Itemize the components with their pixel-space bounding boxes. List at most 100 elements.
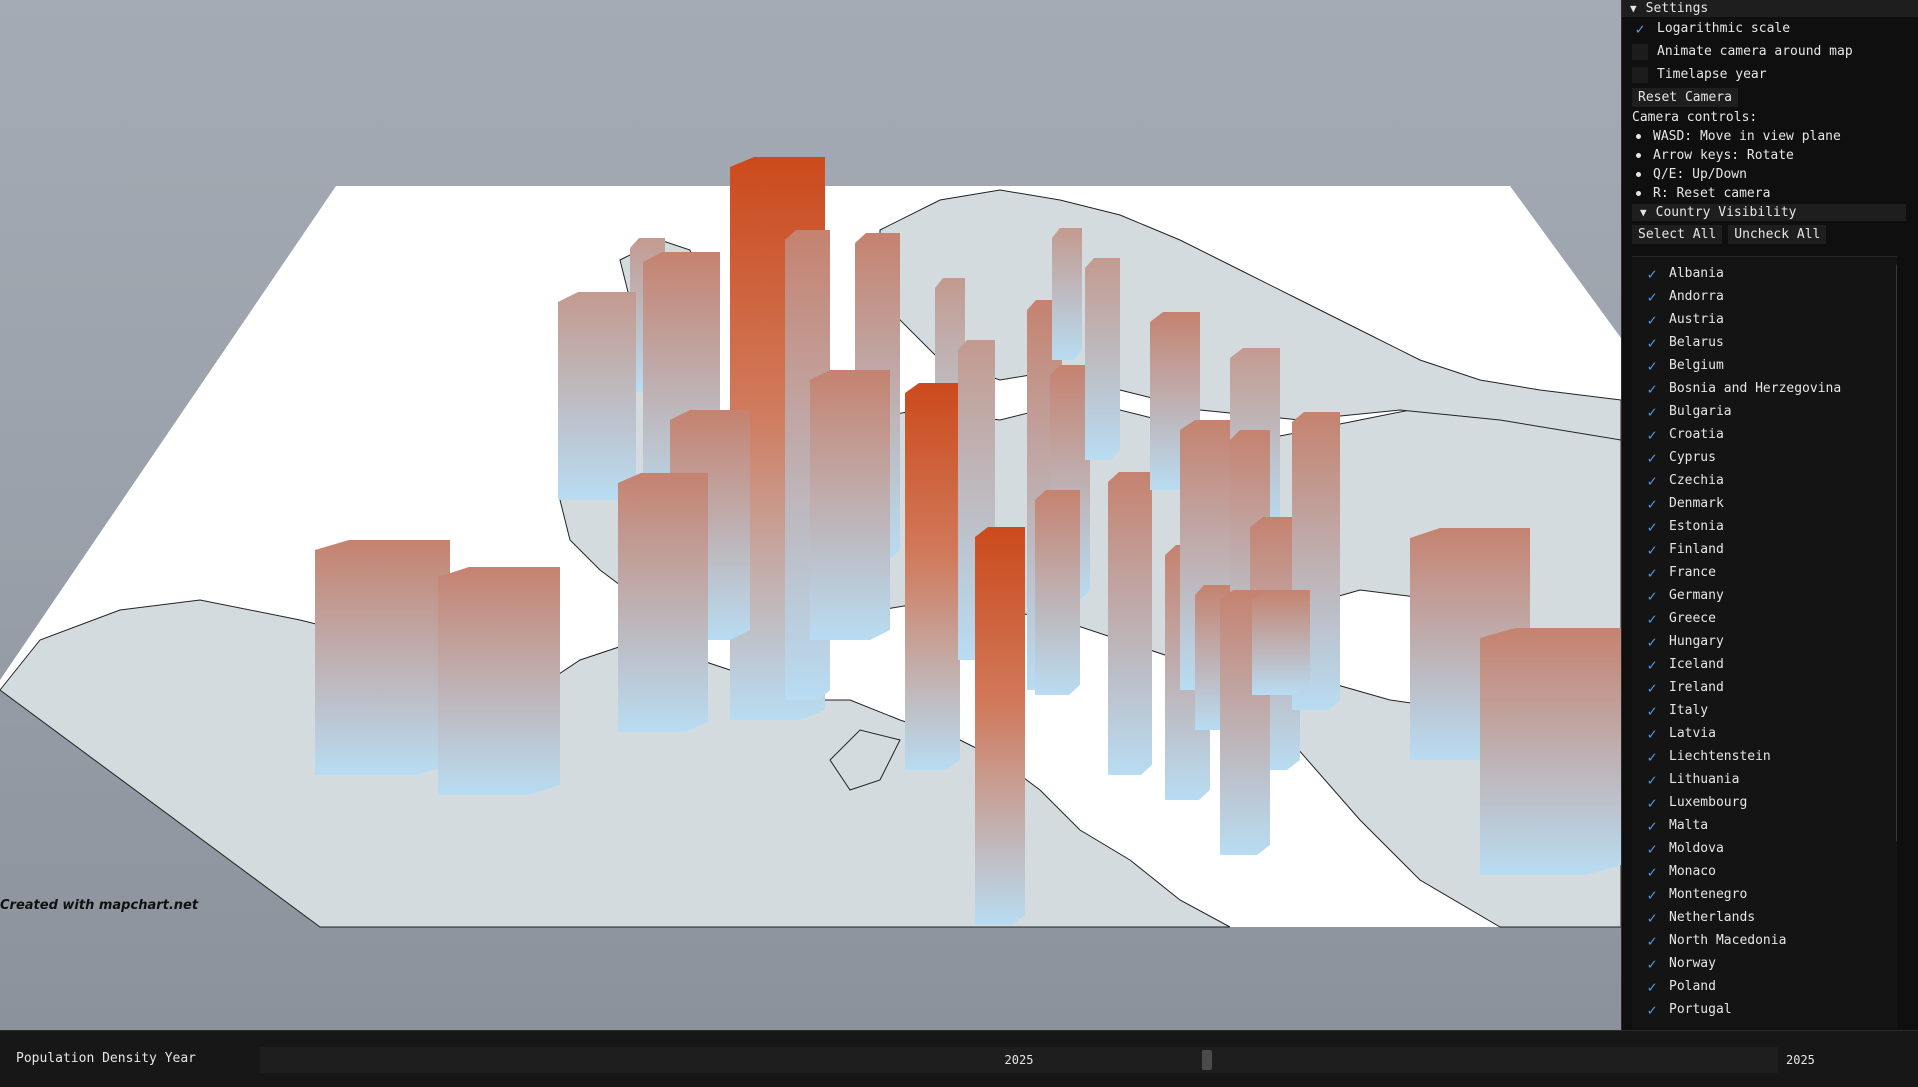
country-label: Luxembourg: [1669, 795, 1748, 810]
checkmark-icon: ✓: [1635, 19, 1645, 38]
checkmark-icon: ✓: [1647, 471, 1657, 490]
country-checkbox-estonia[interactable]: ✓ Estonia: [1632, 515, 1897, 538]
checkmark-icon: ✓: [1647, 862, 1657, 881]
country-label: Portugal: [1669, 1002, 1732, 1017]
settings-title: Settings: [1645, 1, 1709, 16]
country-checkbox-netherlands[interactable]: ✓ Netherlands: [1632, 906, 1897, 929]
country-checkbox-hungary[interactable]: ✓ Hungary: [1632, 630, 1897, 653]
year-slider-handle[interactable]: [1202, 1050, 1212, 1070]
animate-camera-checkbox[interactable]: Animate camera around map: [1622, 40, 1918, 63]
density-bar: [905, 383, 960, 770]
country-label: Liechtenstein: [1669, 749, 1771, 764]
country-checkbox-belarus[interactable]: ✓ Belarus: [1632, 331, 1897, 354]
country-checkbox-bosnia-and-herzegovina[interactable]: ✓ Bosnia and Herzegovina: [1632, 377, 1897, 400]
country-checkbox-iceland[interactable]: ✓ Iceland: [1632, 653, 1897, 676]
checkmark-icon: ✓: [1647, 701, 1657, 720]
bullet-icon: [1636, 172, 1641, 177]
collapse-triangle-icon: ▼: [1640, 206, 1647, 219]
country-label: Germany: [1669, 588, 1724, 603]
country-label: Albania: [1669, 266, 1724, 281]
year-slider-label: Population Density Year: [16, 1051, 197, 1066]
density-bar: [315, 540, 450, 775]
year-slider[interactable]: 2025: [260, 1047, 1778, 1073]
country-checkbox-malta[interactable]: ✓ Malta: [1632, 814, 1897, 837]
bullet-icon: [1636, 134, 1641, 139]
country-checkbox-portugal[interactable]: ✓ Portugal: [1632, 998, 1897, 1021]
checkmark-icon: ✓: [1647, 379, 1657, 398]
country-checkbox-albania[interactable]: ✓ Albania: [1632, 262, 1897, 285]
checkmark-icon: ✓: [1647, 724, 1657, 743]
country-checkbox-denmark[interactable]: ✓ Denmark: [1632, 492, 1897, 515]
country-checkbox-liechtenstein[interactable]: ✓ Liechtenstein: [1632, 745, 1897, 768]
settings-panel: ▼ Settings ✓ Logarithmic scale Animate c…: [1621, 0, 1918, 1030]
country-checkbox-norway[interactable]: ✓ Norway: [1632, 952, 1897, 975]
country-label: Greece: [1669, 611, 1716, 626]
country-checkbox-croatia[interactable]: ✓ Croatia: [1632, 423, 1897, 446]
country-checkbox-north-macedonia[interactable]: ✓ North Macedonia: [1632, 929, 1897, 952]
country-label: Czechia: [1669, 473, 1724, 488]
country-checkbox-italy[interactable]: ✓ Italy: [1632, 699, 1897, 722]
controls-title: Camera controls:: [1632, 110, 1758, 125]
settings-header[interactable]: ▼ Settings: [1622, 0, 1918, 17]
country-checkbox-finland[interactable]: ✓ Finland: [1632, 538, 1897, 561]
reset-camera-button[interactable]: Reset Camera: [1632, 87, 1738, 107]
country-checkbox-lithuania[interactable]: ✓ Lithuania: [1632, 768, 1897, 791]
density-bar: [975, 527, 1025, 925]
country-label: North Macedonia: [1669, 933, 1787, 948]
checkmark-icon: ✓: [1647, 655, 1657, 674]
country-checkbox-france[interactable]: ✓ France: [1632, 561, 1897, 584]
country-checkbox-bulgaria[interactable]: ✓ Bulgaria: [1632, 400, 1897, 423]
country-label: Norway: [1669, 956, 1716, 971]
country-checkbox-moldova[interactable]: ✓ Moldova: [1632, 837, 1897, 860]
country-visibility-header[interactable]: ▼ Country Visibility: [1632, 204, 1906, 221]
country-checkbox-montenegro[interactable]: ✓ Montenegro: [1632, 883, 1897, 906]
country-checkbox-ireland[interactable]: ✓ Ireland: [1632, 676, 1897, 699]
density-bar: [1480, 628, 1621, 875]
country-checkbox-andorra[interactable]: ✓ Andorra: [1632, 285, 1897, 308]
country-checkbox-germany[interactable]: ✓ Germany: [1632, 584, 1897, 607]
country-checkbox-latvia[interactable]: ✓ Latvia: [1632, 722, 1897, 745]
country-list[interactable]: ✓ Albania ✓ Andorra ✓ Austria ✓ Belarus ✓ Belgium…: [1632, 256, 1897, 1029]
checkbox-empty-icon: [1632, 66, 1648, 83]
bullet-icon: [1636, 191, 1641, 196]
year-max-label: 2025: [1786, 1053, 1815, 1067]
density-bar: [438, 567, 560, 795]
country-checkbox-czechia[interactable]: ✓ Czechia: [1632, 469, 1897, 492]
country-label: Monaco: [1669, 864, 1716, 879]
country-label: Malta: [1669, 818, 1709, 833]
control-hint: R: Reset camera: [1622, 184, 1918, 203]
checkmark-icon: ✓: [1647, 1000, 1657, 1019]
country-checkbox-luxembourg[interactable]: ✓ Luxembourg: [1632, 791, 1897, 814]
country-label: Finland: [1669, 542, 1724, 557]
control-hint: WASD: Move in view plane: [1622, 127, 1918, 146]
control-hint-text: WASD: Move in view plane: [1653, 129, 1841, 144]
checkmark-icon: ✓: [1647, 448, 1657, 467]
country-checkbox-belgium[interactable]: ✓ Belgium: [1632, 354, 1897, 377]
checkmark-icon: ✓: [1647, 494, 1657, 513]
checkbox-empty-icon: [1632, 43, 1648, 60]
country-list-scrollbar[interactable]: [1896, 263, 1897, 843]
uncheck-all-button[interactable]: Uncheck All: [1728, 224, 1827, 244]
country-checkbox-greece[interactable]: ✓ Greece: [1632, 607, 1897, 630]
country-label: Andorra: [1669, 289, 1724, 304]
select-all-button[interactable]: Select All: [1632, 224, 1723, 244]
bullet-icon: [1636, 153, 1641, 158]
checkmark-icon: ✓: [1647, 609, 1657, 628]
country-checkbox-monaco[interactable]: ✓ Monaco: [1632, 860, 1897, 883]
log-scale-checkbox[interactable]: ✓ Logarithmic scale: [1622, 17, 1918, 40]
log-scale-label: Logarithmic scale: [1657, 21, 1791, 36]
country-label: France: [1669, 565, 1716, 580]
checkmark-icon: ✓: [1647, 402, 1657, 421]
map-credit: Created with mapchart.net: [0, 898, 199, 913]
checkmark-icon: ✓: [1647, 678, 1657, 697]
country-label: Hungary: [1669, 634, 1724, 649]
checkmark-icon: ✓: [1647, 632, 1657, 651]
timelapse-checkbox[interactable]: Timelapse year: [1622, 63, 1918, 86]
country-checkbox-cyprus[interactable]: ✓ Cyprus: [1632, 446, 1897, 469]
density-bar: [1035, 490, 1080, 695]
country-checkbox-poland[interactable]: ✓ Poland: [1632, 975, 1897, 998]
country-checkbox-austria[interactable]: ✓ Austria: [1632, 308, 1897, 331]
checkmark-icon: ✓: [1647, 333, 1657, 352]
country-label: Montenegro: [1669, 887, 1748, 902]
density-bar: [618, 473, 708, 732]
